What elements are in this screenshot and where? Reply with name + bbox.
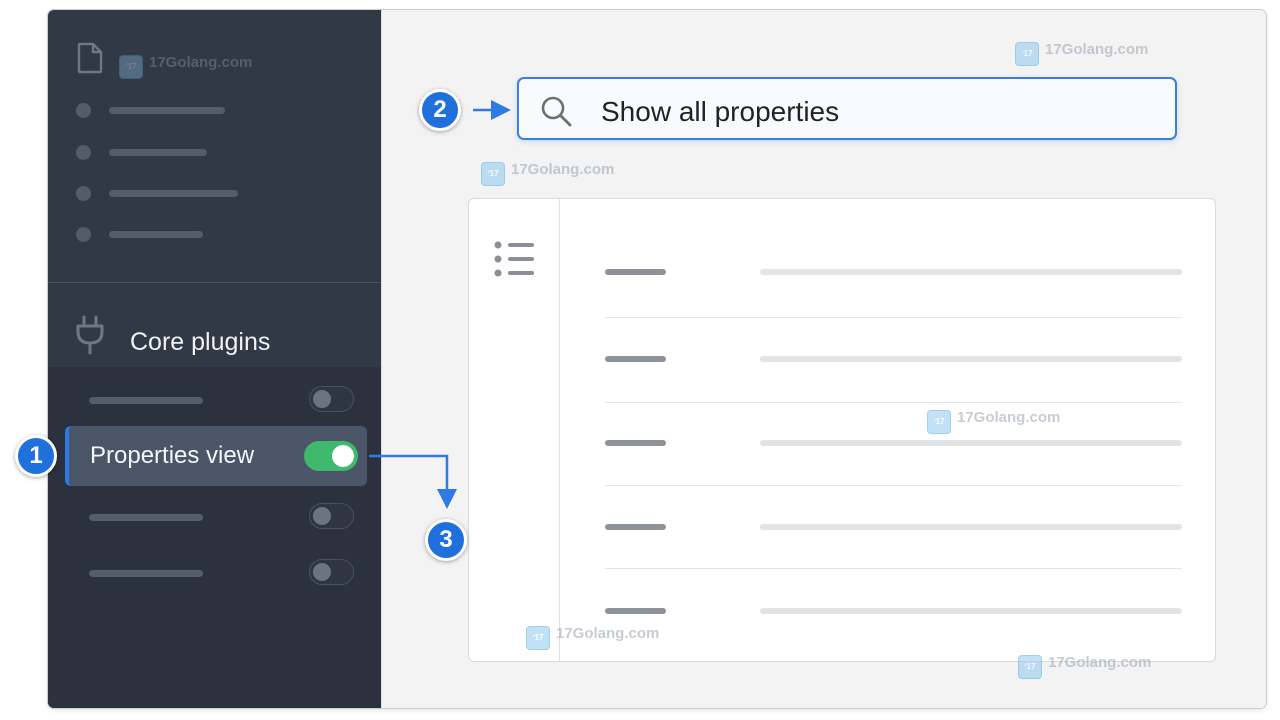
step-1-badge: 1 <box>15 435 57 477</box>
nav-item-placeholder <box>109 107 225 114</box>
plugin-row <box>48 495 381 539</box>
watermark: ʼ17 17Golang.com <box>119 55 252 79</box>
plugin-name-placeholder <box>89 514 203 521</box>
property-row[interactable] <box>605 269 1182 279</box>
watermark-text: 17Golang.com <box>1048 654 1152 671</box>
properties-panel <box>468 198 1216 662</box>
property-value-placeholder <box>760 440 1182 446</box>
watermark: ʼ17 17Golang.com <box>526 626 659 650</box>
file-icon[interactable] <box>76 42 104 74</box>
watermark-text: 17Golang.com <box>957 409 1061 426</box>
nav-item-placeholder <box>109 190 238 197</box>
watermark-text: 17Golang.com <box>149 54 253 71</box>
property-key-placeholder <box>605 356 666 362</box>
nav-bullet-icon <box>76 103 91 118</box>
property-value-placeholder <box>760 524 1182 530</box>
row-divider <box>605 568 1182 569</box>
property-key-placeholder <box>605 440 666 446</box>
watermark-logo-icon: ʼ17 <box>927 410 951 434</box>
core-plugins-header: Core plugins <box>48 292 381 376</box>
watermark-logo-icon: ʼ17 <box>1018 655 1042 679</box>
watermark: ʼ17 17Golang.com <box>927 410 1060 434</box>
plugin-row <box>48 378 381 422</box>
plugin-toggle[interactable] <box>309 559 354 585</box>
toggle-knob <box>332 445 354 467</box>
row-divider <box>605 485 1182 486</box>
property-row[interactable] <box>605 356 1182 366</box>
watermark-text: 17Golang.com <box>511 161 615 178</box>
sidebar-nav <box>48 10 381 283</box>
nav-bullet-icon <box>76 227 91 242</box>
plugin-row <box>48 551 381 595</box>
nav-bullet-icon <box>76 145 91 160</box>
row-divider <box>605 317 1182 318</box>
property-key-placeholder <box>605 269 666 275</box>
toggle-knob <box>313 390 331 408</box>
step-3-badge: 3 <box>425 519 467 561</box>
watermark-text: 17Golang.com <box>1045 41 1149 58</box>
plug-icon <box>76 315 104 355</box>
plugin-toggle[interactable] <box>309 386 354 412</box>
watermark: ʼ17 17Golang.com <box>481 162 614 186</box>
property-value-placeholder <box>760 608 1182 614</box>
plugin-name-placeholder <box>89 570 203 577</box>
toggle-knob <box>313 507 331 525</box>
main-pane: Show all properties <box>381 10 1266 708</box>
watermark-logo-icon: ʼ17 <box>1015 42 1039 66</box>
watermark: ʼ17 17Golang.com <box>1015 42 1148 66</box>
property-value-placeholder <box>760 269 1182 275</box>
nav-bullet-icon <box>76 186 91 201</box>
watermark-text: 17Golang.com <box>556 625 660 642</box>
watermark-logo-icon: ʼ17 <box>119 55 143 79</box>
search-query: Show all properties <box>601 96 840 127</box>
watermark: ʼ17 17Golang.com <box>1018 655 1151 679</box>
property-row[interactable] <box>605 440 1182 450</box>
row-divider <box>605 402 1182 403</box>
property-row[interactable] <box>605 608 1182 618</box>
section-title: Core plugins <box>130 328 271 356</box>
property-value-placeholder <box>760 356 1182 362</box>
property-key-placeholder <box>605 524 666 530</box>
app-window: Core plugins Properties view Show all pr… <box>48 10 1266 708</box>
watermark-logo-icon: ʼ17 <box>481 162 505 186</box>
command-search-box[interactable]: Show all properties <box>517 77 1177 140</box>
nav-item-placeholder <box>109 149 207 156</box>
plugin-name-placeholder <box>89 397 203 404</box>
nav-item-placeholder <box>109 231 203 238</box>
plugin-label: Properties view <box>90 442 255 469</box>
properties-view-toggle[interactable] <box>304 441 358 471</box>
panel-divider <box>559 199 560 661</box>
toggle-knob <box>313 563 331 581</box>
list-icon[interactable] <box>494 241 534 279</box>
sidebar: Core plugins Properties view <box>48 10 381 708</box>
step-2-badge: 2 <box>419 89 461 131</box>
watermark-logo-icon: ʼ17 <box>526 626 550 650</box>
plugin-row-properties-view[interactable]: Properties view <box>65 426 367 486</box>
plugin-toggle[interactable] <box>309 503 354 529</box>
property-row[interactable] <box>605 524 1182 534</box>
search-icon <box>541 96 572 127</box>
property-key-placeholder <box>605 608 666 614</box>
